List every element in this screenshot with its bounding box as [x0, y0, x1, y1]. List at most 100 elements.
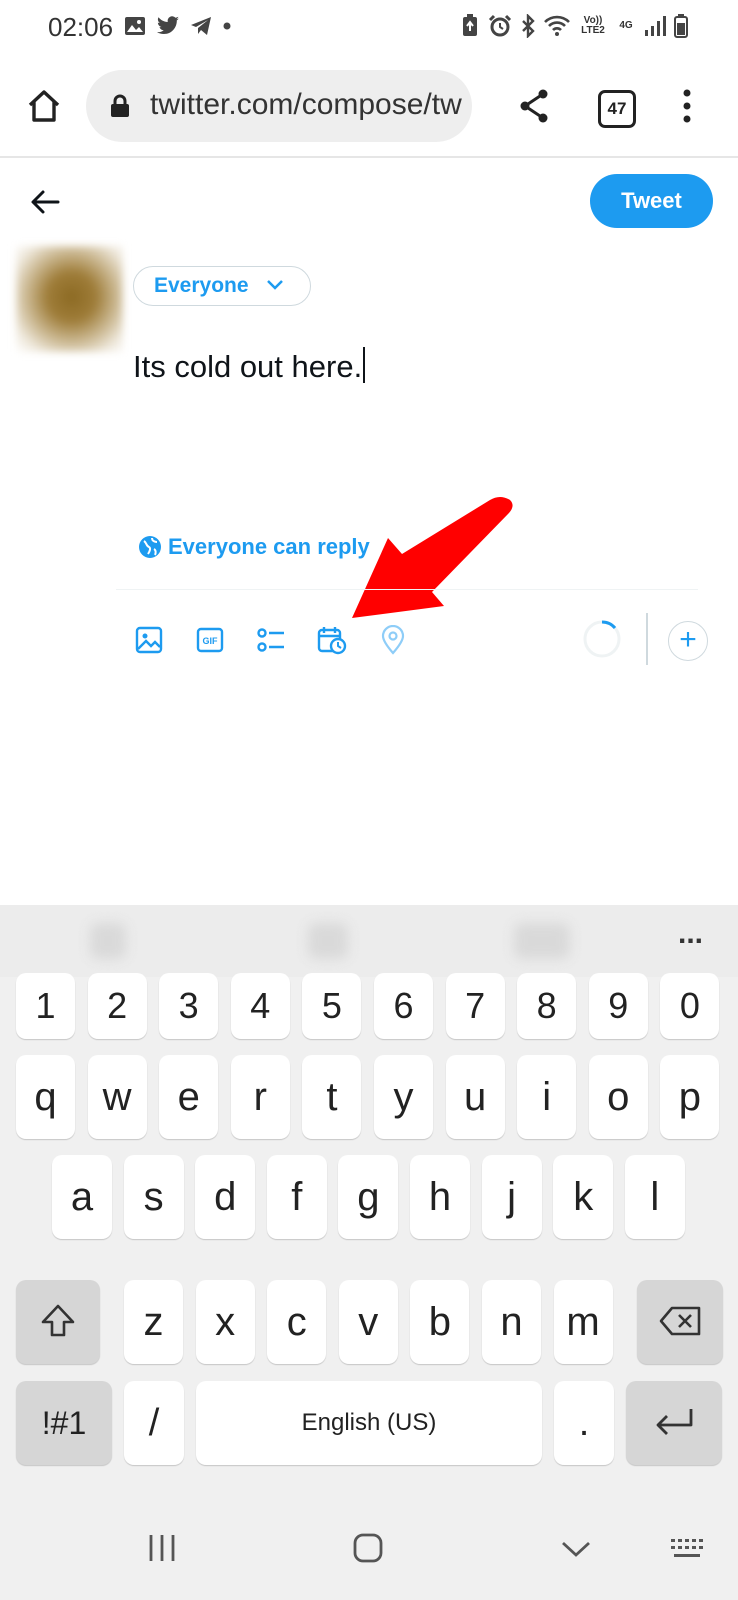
enter-icon — [656, 1409, 693, 1435]
key-j[interactable]: j — [481, 1155, 542, 1239]
key-i[interactable]: i — [517, 1055, 577, 1139]
shift-key[interactable] — [16, 1280, 100, 1364]
poll-icon[interactable] — [256, 625, 286, 655]
browser-toolbar: twitter.com/compose/tweet 47 — [0, 62, 738, 158]
battery-saver-icon — [463, 14, 477, 36]
key-5[interactable]: 5 — [302, 973, 362, 1039]
enter-key[interactable] — [626, 1381, 722, 1465]
system-nav-bar — [0, 1505, 738, 1600]
tab-switcher-button[interactable]: 47 — [598, 90, 636, 128]
key-y[interactable]: y — [374, 1055, 433, 1139]
slash-key[interactable]: / — [124, 1381, 184, 1465]
home-icon[interactable] — [26, 88, 62, 124]
key-v[interactable]: v — [338, 1280, 398, 1364]
more-options-icon[interactable]: ... — [678, 917, 703, 951]
key-f[interactable]: f — [266, 1155, 327, 1239]
url-text: twitter.com/compose/tweet — [150, 88, 462, 121]
bluetooth-icon — [522, 14, 535, 38]
character-count-ring — [583, 620, 621, 658]
reply-setting-button[interactable]: Everyone can reply — [138, 534, 370, 560]
key-9[interactable]: 9 — [588, 973, 648, 1039]
space-key[interactable]: English (US) — [196, 1381, 542, 1465]
key-k[interactable]: k — [553, 1155, 614, 1239]
key-2[interactable]: 2 — [87, 973, 147, 1039]
gallery-icon — [125, 17, 145, 35]
tweet-text-input[interactable]: Its cold out here. — [133, 347, 366, 385]
home-nav-icon[interactable] — [352, 1532, 384, 1564]
gif-icon[interactable]: GIF — [195, 625, 225, 655]
suggestion-blur-3[interactable] — [514, 923, 570, 959]
status-system-icons: Vo)) LTE2 4G — [460, 14, 688, 38]
share-icon[interactable] — [518, 88, 550, 124]
schedule-icon[interactable] — [317, 625, 347, 655]
key-h[interactable]: h — [410, 1155, 470, 1239]
avatar[interactable] — [16, 246, 123, 352]
signal-strength-icon — [645, 16, 666, 36]
key-r[interactable]: r — [230, 1055, 290, 1139]
more-menu-icon[interactable] — [680, 88, 694, 124]
back-nav-icon[interactable] — [560, 1539, 592, 1559]
key-6[interactable]: 6 — [374, 973, 433, 1039]
period-key[interactable]: . — [554, 1381, 614, 1465]
back-arrow-icon[interactable] — [30, 188, 60, 216]
key-z[interactable]: z — [124, 1280, 183, 1364]
tweet-button[interactable]: Tweet — [590, 174, 713, 228]
compose-divider — [116, 589, 698, 590]
backspace-key[interactable] — [637, 1280, 723, 1364]
audience-selector[interactable]: Everyone — [133, 266, 311, 306]
key-p[interactable]: p — [660, 1055, 720, 1139]
key-g[interactable]: g — [338, 1155, 399, 1239]
key-x[interactable]: x — [195, 1280, 255, 1364]
symbols-key[interactable]: !#1 — [16, 1381, 112, 1465]
key-0[interactable]: 0 — [660, 973, 720, 1039]
key-t[interactable]: t — [302, 1055, 362, 1139]
key-4[interactable]: 4 — [230, 973, 290, 1039]
toolbar-separator — [646, 613, 648, 665]
key-7[interactable]: 7 — [445, 973, 505, 1039]
tweet-text: Its cold out here. — [133, 349, 363, 384]
battery-icon — [674, 14, 688, 38]
backspace-icon — [659, 1306, 701, 1336]
key-8[interactable]: 8 — [517, 973, 577, 1039]
twitter-bird-icon — [157, 16, 179, 35]
key-b[interactable]: b — [410, 1280, 470, 1364]
key-3[interactable]: 3 — [159, 973, 219, 1039]
globe-icon — [139, 536, 161, 558]
key-s[interactable]: s — [123, 1155, 184, 1239]
status-notification-icons — [124, 16, 232, 36]
key-e[interactable]: e — [159, 1055, 219, 1139]
suggestion-bar: ... — [0, 905, 738, 977]
key-m[interactable]: m — [553, 1280, 613, 1364]
address-bar[interactable]: twitter.com/compose/tweet — [86, 70, 472, 142]
key-l[interactable]: l — [624, 1155, 685, 1239]
network-type-indicator: 4G — [619, 20, 633, 31]
alarm-icon — [488, 14, 512, 37]
recents-icon[interactable] — [146, 1533, 178, 1563]
text-caret — [363, 347, 366, 383]
volte-indicator: Vo)) LTE2 — [581, 15, 605, 36]
key-o[interactable]: o — [588, 1055, 648, 1139]
key-d[interactable]: d — [195, 1155, 256, 1239]
key-c[interactable]: c — [267, 1280, 327, 1364]
svg-text:GIF: GIF — [203, 636, 219, 646]
status-time: 02:06 — [48, 12, 114, 42]
key-u[interactable]: u — [445, 1055, 505, 1139]
keyboard: ... 1234567890 qwertyuiop asdfghjkl zxcv… — [0, 905, 738, 1600]
key-1[interactable]: 1 — [16, 973, 75, 1039]
add-tweet-button[interactable]: + — [668, 621, 708, 661]
suggestion-blur-1[interactable] — [90, 923, 126, 959]
status-bar: 02:06 Vo)) LTE2 4G — [0, 0, 738, 58]
suggestion-blur-2[interactable] — [308, 923, 348, 959]
key-n[interactable]: n — [482, 1280, 541, 1364]
lock-icon — [111, 94, 129, 117]
wifi-icon — [544, 15, 570, 36]
chevron-down-icon — [267, 280, 283, 290]
key-a[interactable]: a — [52, 1155, 112, 1239]
key-w[interactable]: w — [87, 1055, 147, 1139]
keyboard-toggle-icon[interactable] — [670, 1537, 706, 1561]
location-icon[interactable] — [378, 625, 408, 655]
media-image-icon[interactable] — [134, 625, 164, 655]
key-q[interactable]: q — [16, 1055, 75, 1139]
red-annotation-arrow — [352, 497, 513, 618]
telegram-icon — [191, 17, 211, 35]
